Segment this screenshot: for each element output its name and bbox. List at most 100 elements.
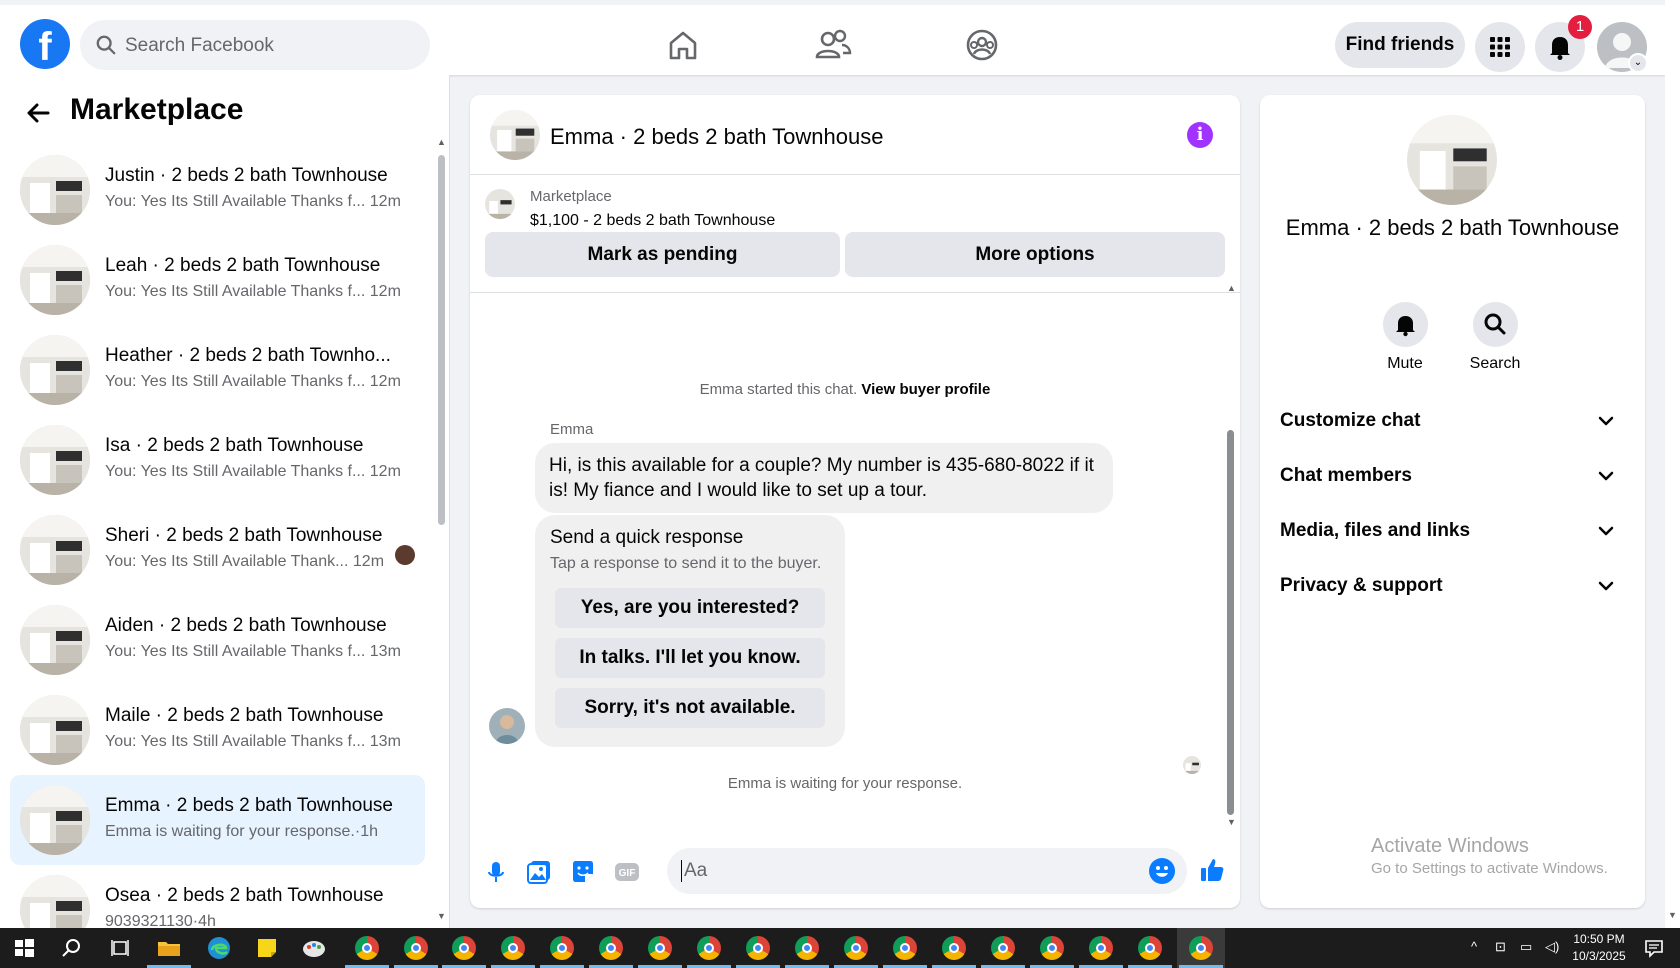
chrome-icon[interactable]	[452, 936, 476, 960]
chat-scroll-up-arrow-icon[interactable]: ▲	[1227, 283, 1236, 293]
listing-avatar[interactable]	[1407, 115, 1497, 205]
conversation-item[interactable]: Sheri · 2 beds 2 bath Townhouse You: Yes…	[10, 505, 425, 595]
conversation-item[interactable]: Osea · 2 beds 2 bath Townhouse 903932113…	[10, 865, 425, 928]
page-scrollbar[interactable]: ▼	[1665, 0, 1680, 928]
quick-response-button[interactable]: In talks. I'll let you know.	[555, 638, 825, 678]
privacy-support-section[interactable]: Privacy & support	[1280, 567, 1625, 607]
edge-browser-icon[interactable]	[205, 934, 233, 962]
chat-scrollbar[interactable]	[1227, 430, 1234, 815]
network-icon[interactable]: ⊡	[1495, 939, 1506, 955]
sender-avatar[interactable]	[489, 708, 525, 744]
search-input[interactable]: Search Facebook	[80, 20, 430, 70]
search-icon[interactable]	[58, 934, 86, 962]
system-clock[interactable]: 10:50 PM 10/3/2025	[1568, 931, 1630, 965]
chat-panel: Emma · 2 beds 2 bath Townhouse i Marketp…	[470, 95, 1240, 908]
conversation-item-active[interactable]: Emma · 2 beds 2 bath Townhouse Emma is w…	[10, 775, 425, 865]
emoji-icon[interactable]	[1149, 858, 1175, 884]
conversation-title: Heather · 2 beds 2 bath Townho...	[105, 345, 391, 366]
chrome-icon[interactable]	[501, 936, 525, 960]
listing-price-title[interactable]: $1,100 - 2 beds 2 bath Townhouse	[530, 212, 775, 230]
chrome-icon[interactable]	[795, 936, 819, 960]
scroll-up-arrow-icon[interactable]: ▲	[437, 137, 446, 147]
back-arrow-icon[interactable]	[24, 99, 52, 127]
groups-icon[interactable]	[962, 25, 1002, 65]
chrome-icon[interactable]	[1040, 936, 1064, 960]
chrome-icon[interactable]	[991, 936, 1015, 960]
chrome-icon[interactable]	[893, 936, 917, 960]
conversation-item[interactable]: Justin · 2 beds 2 bath Townhouse You: Ye…	[10, 145, 425, 235]
chat-title[interactable]: Emma · 2 beds 2 bath Townhouse	[550, 124, 883, 150]
chat-members-section[interactable]: Chat members	[1280, 457, 1625, 497]
chrome-icon[interactable]	[599, 936, 623, 960]
show-hidden-icons-chevron-icon[interactable]: ^	[1471, 939, 1477, 954]
microphone-icon[interactable]	[482, 858, 510, 886]
sticky-notes-icon[interactable]	[253, 934, 281, 962]
chrome-icon[interactable]	[1189, 936, 1213, 960]
chrome-icon[interactable]	[746, 936, 770, 960]
chrome-icon[interactable]	[1089, 936, 1113, 960]
watermark-title: Activate Windows	[1371, 835, 1529, 857]
chrome-icon[interactable]	[648, 936, 672, 960]
menu-button[interactable]	[1475, 22, 1525, 72]
conversation-snippet: You: Yes Its Still Available Thanks f...…	[105, 643, 401, 660]
mark-as-pending-button[interactable]: Mark as pending	[485, 232, 840, 277]
chat-listing-thumbnail[interactable]	[490, 110, 540, 160]
chat-scroll-down-arrow-icon[interactable]: ▼	[1227, 817, 1236, 827]
conversation-time: 12m	[369, 193, 401, 210]
conversation-item[interactable]: Leah · 2 beds 2 bath Townhouse You: Yes …	[10, 235, 425, 325]
conversation-item[interactable]: Isa · 2 beds 2 bath Townhouse You: Yes I…	[10, 415, 425, 505]
mute-button[interactable]: Mute	[1365, 302, 1445, 373]
more-options-button[interactable]: More options	[845, 232, 1225, 277]
chrome-icon[interactable]	[355, 936, 379, 960]
conversation-time: 13m	[369, 643, 401, 660]
conversation-title: Maile · 2 beds 2 bath Townhouse	[105, 705, 384, 726]
scroll-down-arrow-icon[interactable]: ▼	[437, 911, 446, 921]
chrome-icon[interactable]	[844, 936, 868, 960]
volume-icon[interactable]: ◁)	[1545, 939, 1559, 955]
paint-app-icon[interactable]	[300, 934, 328, 962]
chrome-icon[interactable]	[697, 936, 721, 960]
quick-response-button[interactable]: Yes, are you interested?	[555, 588, 825, 628]
conversation-time: 12m	[352, 553, 385, 570]
page-scroll-down-arrow-icon[interactable]: ▼	[1668, 910, 1677, 920]
friends-icon[interactable]	[813, 25, 853, 65]
search-in-conversation-button[interactable]: Search	[1455, 302, 1535, 373]
conversation-list-scrollbar[interactable]	[438, 155, 445, 525]
facebook-logo[interactable]: f	[20, 19, 70, 69]
battery-icon[interactable]: ▭	[1520, 939, 1532, 955]
photo-gallery-icon[interactable]	[525, 858, 553, 886]
conversation-item[interactable]: Aiden · 2 beds 2 bath Townhouse You: Yes…	[10, 595, 425, 685]
account-chevron-down-icon[interactable]: ⌄	[1628, 53, 1648, 73]
view-buyer-profile-link[interactable]: View buyer profile	[861, 381, 990, 398]
chat-header: Emma · 2 beds 2 bath Townhouse i	[470, 95, 1240, 175]
home-icon[interactable]	[663, 25, 703, 65]
chrome-icon[interactable]	[942, 936, 966, 960]
listing-thumbnail[interactable]	[485, 189, 515, 219]
file-explorer-icon[interactable]	[155, 934, 183, 962]
chrome-icon[interactable]	[1138, 936, 1162, 960]
customize-chat-section[interactable]: Customize chat	[1280, 402, 1625, 442]
gif-icon[interactable]: GIF	[613, 858, 641, 886]
svg-text:GIF: GIF	[619, 868, 636, 879]
conversation-snippet: You: Yes Its Still Available Thanks f...…	[105, 463, 401, 480]
thumbs-up-icon[interactable]	[1198, 856, 1226, 884]
find-friends-button[interactable]: Find friends	[1335, 22, 1465, 68]
info-icon[interactable]: i	[1187, 122, 1213, 148]
section-label: Privacy & support	[1280, 575, 1443, 596]
waiting-notice: Emma is waiting for your response.	[727, 775, 963, 792]
message-input[interactable]: Aa	[667, 848, 1187, 894]
conversation-item[interactable]: Maile · 2 beds 2 bath Townhouse You: Yes…	[10, 685, 425, 775]
conversation-time: 12m	[369, 283, 401, 300]
chrome-icon[interactable]	[404, 936, 428, 960]
quick-response-button[interactable]: Sorry, it's not available.	[555, 688, 825, 728]
listing-thumbnail	[20, 425, 90, 495]
media-files-links-section[interactable]: Media, files and links	[1280, 512, 1625, 552]
chrome-icon[interactable]	[550, 936, 574, 960]
notification-center-icon[interactable]	[1640, 934, 1668, 962]
sticker-icon[interactable]	[569, 858, 597, 886]
windows-start-icon[interactable]	[10, 934, 38, 962]
conversation-snippet: You: Yes Its Still Available Thanks f...…	[105, 193, 401, 210]
task-view-icon[interactable]	[106, 934, 134, 962]
conversation-time: 1h	[360, 823, 378, 840]
conversation-item[interactable]: Heather · 2 beds 2 bath Townho... You: Y…	[10, 325, 425, 415]
